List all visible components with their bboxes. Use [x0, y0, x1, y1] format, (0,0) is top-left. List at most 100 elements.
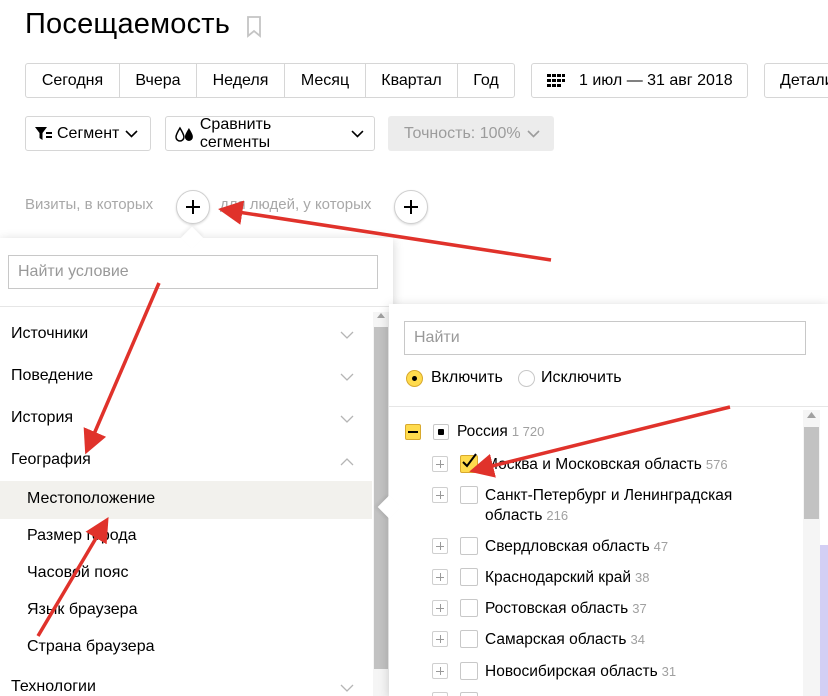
category-geography[interactable]: География: [11, 451, 91, 469]
exclude-radio[interactable]: [518, 370, 535, 387]
region-item[interactable]: Ростовская область 37: [485, 600, 647, 618]
region-checkbox[interactable]: [460, 599, 478, 617]
filter-icon: [35, 126, 52, 140]
region-item[interactable]: Самарская область 34: [485, 631, 645, 649]
accuracy-label: Точность: 100%: [404, 124, 521, 142]
category-technologies[interactable]: Технологии: [11, 678, 96, 696]
region-checkbox[interactable]: [460, 662, 478, 680]
geo-item-timezone[interactable]: Часовой пояс: [27, 564, 128, 582]
condition-search-input[interactable]: Найти условие: [8, 255, 378, 289]
region-item[interactable]: Свердловская область 47: [485, 538, 668, 556]
region-label: Москва и Московская область: [485, 456, 702, 473]
region-search-input[interactable]: Найти: [404, 321, 806, 355]
region-item[interactable]: Санкт-Петербург и Ленинградская: [485, 487, 732, 505]
add-people-condition-button[interactable]: [394, 190, 428, 224]
expand-icon[interactable]: [432, 692, 448, 696]
region-count: 1 720: [511, 424, 545, 439]
plus-icon: [186, 200, 200, 214]
category-behavior[interactable]: Поведение: [11, 367, 93, 385]
region-label: Россия: [457, 423, 508, 440]
scroll-up-icon[interactable]: [377, 313, 385, 318]
region-label: Самарская область: [485, 631, 627, 648]
category-sources[interactable]: Источники: [11, 325, 88, 343]
visits-condition-label: Визиты, в которых: [25, 196, 154, 213]
chevron-down-icon: [527, 129, 540, 138]
period-week-button[interactable]: Неделя: [197, 64, 285, 97]
region-label: Ростовская область: [485, 600, 629, 617]
region-checkbox[interactable]: [460, 692, 478, 696]
geo-item-city-size[interactable]: Размер города: [27, 527, 137, 545]
period-today-button[interactable]: Сегодня: [26, 64, 120, 97]
expand-icon[interactable]: [432, 631, 448, 647]
category-history[interactable]: История: [11, 409, 73, 427]
drops-icon: [175, 126, 193, 142]
compare-segments-label: Сравнить сегменты: [199, 115, 272, 151]
expand-icon[interactable]: [432, 600, 448, 616]
expand-icon[interactable]: [432, 538, 448, 554]
right-scrollbar-thumb[interactable]: [804, 427, 819, 519]
geo-item-location[interactable]: Местоположение: [27, 490, 155, 508]
region-count: 576: [705, 457, 728, 472]
region-checkbox[interactable]: [460, 568, 478, 586]
region-checkbox[interactable]: [460, 486, 478, 504]
region-item-continued[interactable]: область 216: [485, 507, 568, 525]
tree-root-russia[interactable]: Россия 1 720: [457, 423, 544, 441]
region-checkbox[interactable]: [460, 453, 478, 473]
region-item[interactable]: Москва и Московская область 576: [485, 456, 728, 474]
region-count: 34: [630, 632, 645, 647]
segment-button[interactable]: Сегмент: [25, 116, 151, 151]
region-item[interactable]: Краснодарский край 38: [485, 569, 649, 587]
region-label: Свердловская область: [485, 538, 650, 555]
geo-item-browser-country[interactable]: Страна браузера: [27, 638, 155, 656]
date-range-button[interactable]: 1 июл — 31 авг 2018: [531, 63, 748, 98]
expand-icon[interactable]: [432, 663, 448, 679]
check-icon: [462, 453, 477, 468]
period-quarter-button[interactable]: Квартал: [366, 64, 458, 97]
chevron-down-icon: [351, 129, 364, 138]
region-count: 31: [661, 664, 677, 679]
include-label: Включить: [431, 369, 503, 386]
period-year-button[interactable]: Год: [458, 64, 514, 97]
expand-icon[interactable]: [432, 569, 448, 585]
collapse-icon[interactable]: [405, 424, 421, 440]
period-yesterday-button[interactable]: Вчера: [120, 64, 197, 97]
add-visit-condition-button[interactable]: [176, 190, 210, 224]
date-range-label: 1 июл — 31 авг 2018: [579, 71, 733, 89]
detail-button[interactable]: Детали: [764, 63, 828, 98]
region-checkbox[interactable]: [460, 630, 478, 648]
region-label: Санкт-Петербург и Ленинградская: [485, 487, 733, 504]
expand-icon[interactable]: [432, 456, 448, 472]
period-month-button[interactable]: Месяц: [285, 64, 366, 97]
geo-item-browser-language[interactable]: Язык браузера: [27, 601, 137, 619]
expand-icon[interactable]: [432, 487, 448, 503]
accuracy-button[interactable]: Точность: 100%: [388, 116, 554, 151]
background-chart-edge: [820, 545, 828, 696]
region-count: 216: [546, 508, 569, 523]
region-count: 37: [632, 601, 647, 616]
calendar-icon: [547, 73, 565, 87]
chevron-up-icon: [340, 458, 354, 466]
page-title: Посещаемость: [25, 8, 231, 40]
chevron-down-icon: [340, 331, 354, 339]
chevron-down-icon: [340, 684, 354, 692]
people-condition-label: для людей, у которых: [220, 196, 372, 213]
period-selector: Сегодня Вчера Неделя Месяц Квартал Год: [25, 63, 515, 98]
region-checkbox[interactable]: [460, 537, 478, 555]
bookmark-icon[interactable]: [246, 16, 262, 38]
segment-label: Сегмент: [57, 124, 120, 142]
divider: [0, 306, 393, 307]
include-radio[interactable]: [406, 370, 423, 387]
region-label: Краснодарский край: [485, 569, 631, 586]
root-checkbox[interactable]: [433, 424, 449, 440]
chevron-down-icon: [340, 373, 354, 381]
chevron-down-icon: [340, 415, 354, 423]
plus-icon: [404, 200, 418, 214]
divider: [389, 406, 828, 407]
compare-segments-button[interactable]: Сравнить сегменты: [165, 116, 375, 151]
chevron-down-icon: [125, 129, 138, 138]
scroll-up-icon[interactable]: [807, 412, 816, 418]
region-item[interactable]: Новосибирская область 31: [485, 663, 676, 681]
exclude-label: Исключить: [541, 369, 622, 386]
region-count: 47: [653, 539, 669, 554]
region-label: область: [485, 507, 543, 524]
